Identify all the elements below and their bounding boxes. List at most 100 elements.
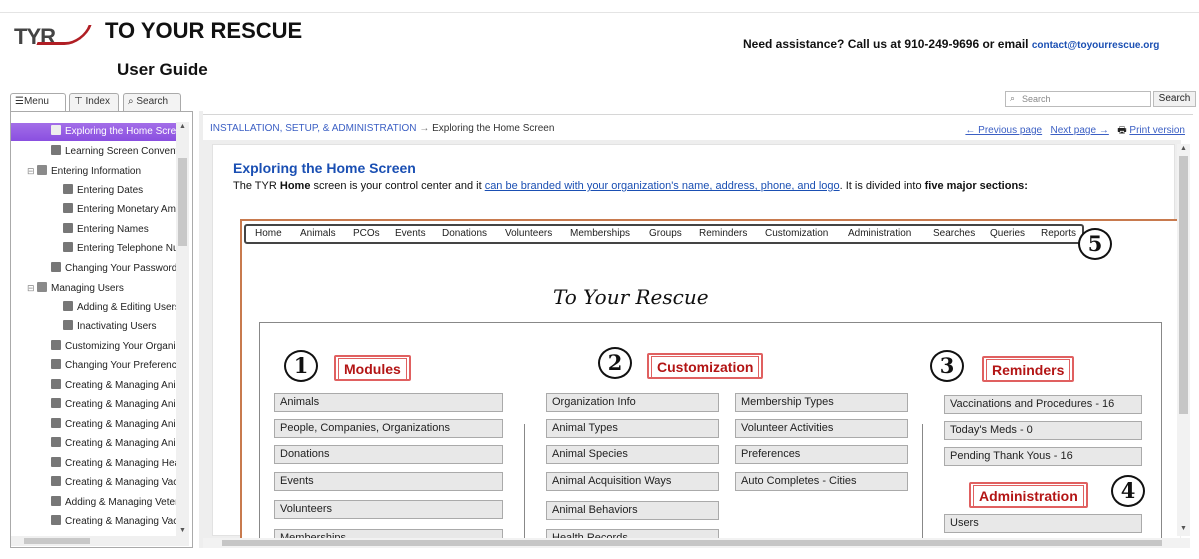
shot-button: Animal Behaviors (546, 501, 719, 520)
breadcrumb-parent-link[interactable]: INSTALLATION, SETUP, & ADMINISTRATION (210, 123, 417, 134)
toc-item[interactable]: Changing Your Preferences (11, 357, 176, 375)
app-subtitle: User Guide (117, 60, 208, 79)
shot-button: Volunteer Activities (735, 419, 908, 438)
callout-2: 2 (598, 347, 632, 379)
shot-menu-item: Events (395, 228, 426, 239)
page-icon (63, 320, 73, 330)
toc-item[interactable]: ⊟ Managing Users (11, 279, 176, 297)
toc-item[interactable]: Customizing Your Organization (11, 338, 176, 356)
toc-item-label: Entering Information (51, 166, 142, 177)
toc-item[interactable]: Entering Names (11, 221, 176, 239)
toc-item[interactable]: Creating & Managing Vaccine Types (11, 513, 176, 531)
customization-header: Customization (647, 353, 764, 379)
page-icon (51, 476, 61, 486)
toc-item[interactable]: Adding & Managing Veterinarians (11, 494, 176, 512)
toc-tree: Exploring the Home Screen Learning Screen… (11, 122, 176, 536)
toc-item-label: Adding & Editing Users (77, 301, 176, 313)
reminders-header: Reminders (982, 356, 1075, 382)
next-page-link[interactable]: Next page → (1050, 125, 1108, 136)
shot-button: Animals (274, 393, 503, 412)
toc-item-label: Entering Names (77, 223, 149, 235)
toc-item[interactable]: Exploring the Home Screen (11, 123, 176, 141)
toc-item[interactable]: Inactivating Users (11, 318, 176, 336)
branding-link[interactable]: can be branded with your organization's … (485, 180, 840, 192)
logo-swoosh-icon (36, 25, 92, 45)
shot-menu-item: Donations (442, 228, 488, 239)
content-scroll-thumb[interactable] (1179, 156, 1188, 414)
search-input[interactable]: ⌕ Search (1005, 91, 1151, 107)
shot-button: Animal Acquisition Ways (546, 472, 719, 491)
content-hscroll-thumb[interactable] (222, 540, 1162, 546)
shot-button: Pending Thank Yous - 16 (944, 447, 1142, 466)
toc-item-label: Creating & Managing Animal Behaviors (65, 438, 176, 449)
scroll-up-icon[interactable]: ▲ (179, 123, 186, 130)
shot-menu-item: Reports (1041, 228, 1077, 239)
contact-email-link[interactable]: contact@toyourrescue.org (1032, 40, 1160, 51)
toc-item[interactable]: ⊟ Entering Information (11, 162, 176, 180)
print-version-link[interactable]: Print version (1129, 125, 1185, 136)
tab-index[interactable]: ⊤ Index (69, 93, 119, 111)
toc-item-label: Managing Users (51, 283, 124, 294)
shot-button: Preferences (735, 445, 908, 464)
shot-button: Today's Meds - 0 (944, 421, 1142, 440)
app-window: TYR TO YOUR RESCUE User Guide Need assis… (0, 0, 1199, 559)
page-icon (51, 261, 61, 272)
shot-button: Animal Types (546, 419, 719, 438)
tab-menu[interactable]: ☰Menu (10, 93, 66, 112)
content-scroll-down-icon[interactable]: ▼ (1180, 525, 1187, 532)
top-divider (0, 12, 1199, 13)
shot-button: Auto Completes - Cities (735, 472, 908, 491)
article-intro: The TYR Home screen is your control cent… (233, 180, 1028, 192)
toc-item-label: Creating & Managing Health Records (65, 457, 176, 469)
shot-menu-item: Home (255, 228, 282, 239)
callout-5: 5 (1078, 228, 1112, 260)
toc-item-label: Learning Screen Conventions (65, 145, 176, 157)
page-icon (63, 222, 73, 233)
toc-scroll-thumb[interactable] (178, 158, 187, 246)
collapse-icon[interactable]: ⊟ (27, 162, 35, 180)
content-scroll-up-icon[interactable]: ▲ (1180, 145, 1187, 152)
shot-button: Organization Info (546, 393, 719, 412)
callout-1: 1 (284, 350, 318, 382)
shot-menu-item: Groups (649, 228, 682, 239)
printer-icon: 🖶 (1117, 125, 1127, 136)
shot-button: Volunteers (274, 500, 503, 519)
toc-item[interactable]: Adding & Editing Users (11, 299, 176, 317)
toc-item[interactable]: Creating & Managing Animal Species (11, 416, 176, 434)
page-icon (51, 144, 61, 155)
toc-item-label: Creating & Managing Animals (65, 379, 176, 391)
toc-item[interactable]: Learning Screen Conventions (11, 143, 176, 161)
toc-hscroll-thumb[interactable] (24, 538, 90, 544)
shot-button: Vaccinations and Procedures - 16 (944, 395, 1142, 414)
toc-item[interactable]: Creating & Managing Vaccinations (11, 474, 176, 492)
toc-item[interactable]: Creating & Managing Animals (11, 377, 176, 395)
shot-title: To Your Rescue (553, 285, 709, 309)
toc-item[interactable]: Entering Telephone Numbers (11, 240, 176, 258)
toc-item-label: Entering Monetary Amounts (77, 204, 176, 215)
toc-item-label: Entering Dates (77, 184, 144, 196)
page-icon (63, 203, 73, 213)
tab-search[interactable]: ⌕ Search (123, 93, 181, 111)
column-separator (922, 424, 923, 544)
toc-item[interactable]: Creating & Managing Health Records (11, 455, 176, 473)
article-title: Exploring the Home Screen (233, 160, 416, 176)
toc-item[interactable]: Entering Dates (11, 182, 176, 200)
toc-item-label: Creating & Managing Vaccinations (65, 477, 176, 488)
page-icon (51, 437, 61, 447)
toc-item[interactable]: Changing Your Password (11, 260, 176, 278)
page-icon (51, 515, 61, 525)
scroll-down-icon[interactable]: ▼ (179, 527, 186, 534)
toc-item[interactable]: Creating & Managing Animal Behaviors (11, 435, 176, 453)
previous-page-link[interactable]: ← Previous page (965, 125, 1042, 136)
shot-menu-item: Queries (990, 228, 1026, 239)
page-icon (51, 495, 61, 506)
search-button[interactable]: Search (1153, 91, 1196, 107)
toc-item[interactable]: Creating & Managing Animal Types (11, 396, 176, 414)
toc-item[interactable]: Entering Monetary Amounts (11, 201, 176, 219)
index-icon: ⊤ (74, 96, 86, 107)
collapse-icon[interactable]: ⊟ (27, 279, 35, 297)
toc-item-label: Creating & Managing Animal Species (65, 418, 176, 430)
shot-button: Membership Types (735, 393, 908, 412)
shot-button: People, Companies, Organizations (274, 419, 503, 438)
toc-item-label: Exploring the Home Screen (65, 126, 176, 137)
